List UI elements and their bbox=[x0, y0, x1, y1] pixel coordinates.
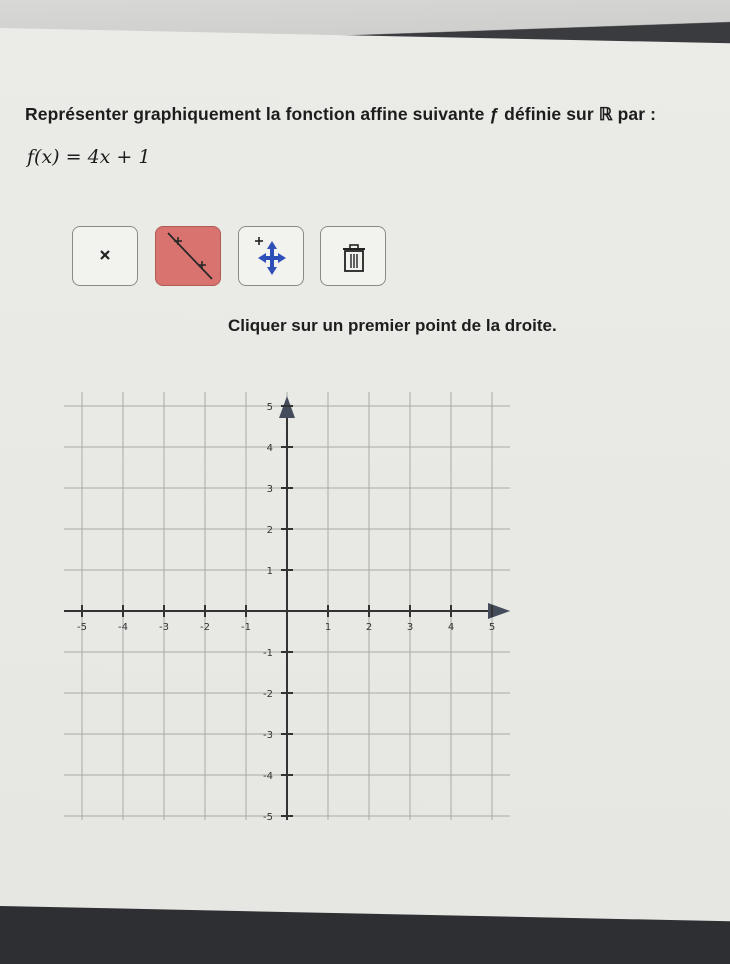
y-tick-label: -5 bbox=[263, 812, 273, 823]
y-tick-label: -4 bbox=[263, 771, 273, 782]
y-tick-label: 3 bbox=[267, 484, 273, 495]
x-tick-label: 3 bbox=[407, 622, 413, 633]
x-tick-label: 4 bbox=[448, 622, 454, 633]
exercise-panel: Représenter graphiquement la fonction af… bbox=[0, 0, 730, 964]
y-tick-label: 4 bbox=[267, 443, 273, 454]
x-tick-label: 1 bbox=[325, 622, 331, 633]
y-tick-label: 2 bbox=[267, 525, 273, 536]
x-tick-label: -2 bbox=[200, 622, 210, 633]
y-tick-label: -2 bbox=[263, 689, 273, 700]
axes bbox=[64, 396, 510, 820]
x-tick-label: -4 bbox=[118, 622, 128, 633]
y-tick-label: 1 bbox=[267, 566, 273, 577]
y-tick-label: 5 bbox=[267, 402, 273, 413]
coordinate-grid[interactable]: -5 -4 -3 -2 -1 1 2 3 4 5 5 4 3 2 1 -1 -2 -3 -4 -5 bbox=[0, 0, 730, 964]
y-tick-label: -1 bbox=[263, 648, 273, 659]
y-tick-label: -3 bbox=[263, 730, 273, 741]
x-tick-label: 2 bbox=[366, 622, 372, 633]
x-tick-label: -1 bbox=[241, 622, 251, 633]
x-tick-label: -5 bbox=[77, 622, 87, 633]
x-tick-label: 5 bbox=[489, 622, 495, 633]
x-tick-label: -3 bbox=[159, 622, 169, 633]
